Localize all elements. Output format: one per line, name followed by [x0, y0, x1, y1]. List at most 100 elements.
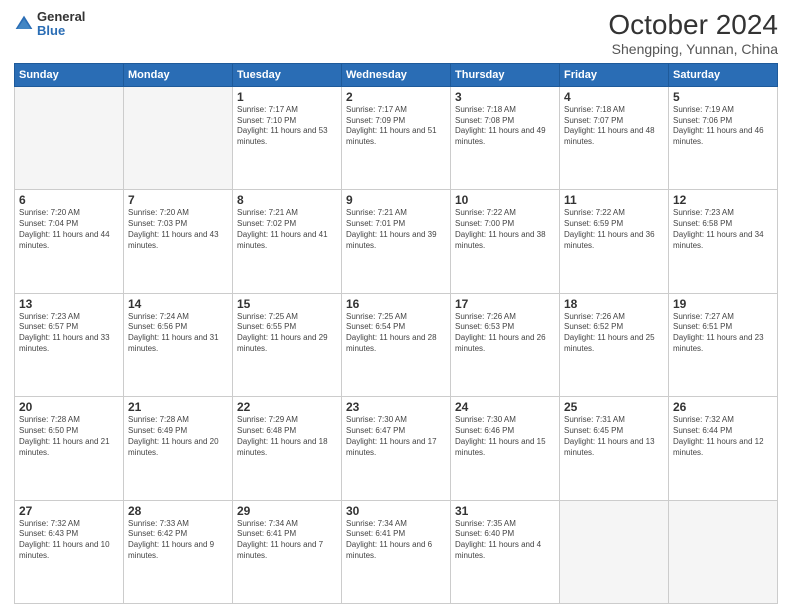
- calendar-cell: 19Sunrise: 7:27 AM Sunset: 6:51 PM Dayli…: [669, 293, 778, 396]
- calendar-cell: [15, 86, 124, 189]
- calendar-cell: 30Sunrise: 7:34 AM Sunset: 6:41 PM Dayli…: [342, 500, 451, 603]
- calendar-cell: 2Sunrise: 7:17 AM Sunset: 7:09 PM Daylig…: [342, 86, 451, 189]
- day-info: Sunrise: 7:28 AM Sunset: 6:50 PM Dayligh…: [19, 415, 119, 458]
- calendar-cell: 4Sunrise: 7:18 AM Sunset: 7:07 PM Daylig…: [560, 86, 669, 189]
- day-info: Sunrise: 7:23 AM Sunset: 6:57 PM Dayligh…: [19, 312, 119, 355]
- day-number: 3: [455, 90, 555, 104]
- day-number: 22: [237, 400, 337, 414]
- day-number: 21: [128, 400, 228, 414]
- day-number: 5: [673, 90, 773, 104]
- day-info: Sunrise: 7:35 AM Sunset: 6:40 PM Dayligh…: [455, 519, 555, 562]
- calendar-cell: 3Sunrise: 7:18 AM Sunset: 7:08 PM Daylig…: [451, 86, 560, 189]
- day-number: 28: [128, 504, 228, 518]
- day-info: Sunrise: 7:28 AM Sunset: 6:49 PM Dayligh…: [128, 415, 228, 458]
- calendar-cell: 20Sunrise: 7:28 AM Sunset: 6:50 PM Dayli…: [15, 397, 124, 500]
- logo-icon: [14, 14, 34, 34]
- header: General Blue October 2024 Shengping, Yun…: [14, 10, 778, 57]
- day-info: Sunrise: 7:18 AM Sunset: 7:08 PM Dayligh…: [455, 105, 555, 148]
- calendar-cell: 15Sunrise: 7:25 AM Sunset: 6:55 PM Dayli…: [233, 293, 342, 396]
- page: General Blue October 2024 Shengping, Yun…: [0, 0, 792, 612]
- col-saturday: Saturday: [669, 63, 778, 86]
- calendar-cell: 26Sunrise: 7:32 AM Sunset: 6:44 PM Dayli…: [669, 397, 778, 500]
- day-info: Sunrise: 7:30 AM Sunset: 6:46 PM Dayligh…: [455, 415, 555, 458]
- calendar-cell: 31Sunrise: 7:35 AM Sunset: 6:40 PM Dayli…: [451, 500, 560, 603]
- logo: General Blue: [14, 10, 85, 39]
- day-info: Sunrise: 7:32 AM Sunset: 6:43 PM Dayligh…: [19, 519, 119, 562]
- day-number: 17: [455, 297, 555, 311]
- col-wednesday: Wednesday: [342, 63, 451, 86]
- day-info: Sunrise: 7:18 AM Sunset: 7:07 PM Dayligh…: [564, 105, 664, 148]
- day-number: 6: [19, 193, 119, 207]
- calendar-week-3: 13Sunrise: 7:23 AM Sunset: 6:57 PM Dayli…: [15, 293, 778, 396]
- day-info: Sunrise: 7:34 AM Sunset: 6:41 PM Dayligh…: [346, 519, 446, 562]
- calendar-cell: 7Sunrise: 7:20 AM Sunset: 7:03 PM Daylig…: [124, 190, 233, 293]
- day-number: 25: [564, 400, 664, 414]
- calendar-header: Sunday Monday Tuesday Wednesday Thursday…: [15, 63, 778, 86]
- calendar-cell: 8Sunrise: 7:21 AM Sunset: 7:02 PM Daylig…: [233, 190, 342, 293]
- day-number: 11: [564, 193, 664, 207]
- logo-general-text: General: [37, 10, 85, 24]
- day-number: 18: [564, 297, 664, 311]
- title-area: October 2024 Shengping, Yunnan, China: [608, 10, 778, 57]
- calendar-cell: 5Sunrise: 7:19 AM Sunset: 7:06 PM Daylig…: [669, 86, 778, 189]
- calendar-cell: 27Sunrise: 7:32 AM Sunset: 6:43 PM Dayli…: [15, 500, 124, 603]
- calendar-cell: 1Sunrise: 7:17 AM Sunset: 7:10 PM Daylig…: [233, 86, 342, 189]
- calendar-cell: 10Sunrise: 7:22 AM Sunset: 7:00 PM Dayli…: [451, 190, 560, 293]
- calendar-cell: 16Sunrise: 7:25 AM Sunset: 6:54 PM Dayli…: [342, 293, 451, 396]
- header-row: Sunday Monday Tuesday Wednesday Thursday…: [15, 63, 778, 86]
- day-number: 30: [346, 504, 446, 518]
- day-info: Sunrise: 7:21 AM Sunset: 7:01 PM Dayligh…: [346, 208, 446, 251]
- day-number: 15: [237, 297, 337, 311]
- calendar-cell: 18Sunrise: 7:26 AM Sunset: 6:52 PM Dayli…: [560, 293, 669, 396]
- main-title: October 2024: [608, 10, 778, 41]
- day-number: 1: [237, 90, 337, 104]
- day-info: Sunrise: 7:29 AM Sunset: 6:48 PM Dayligh…: [237, 415, 337, 458]
- calendar-body: 1Sunrise: 7:17 AM Sunset: 7:10 PM Daylig…: [15, 86, 778, 603]
- calendar-cell: 23Sunrise: 7:30 AM Sunset: 6:47 PM Dayli…: [342, 397, 451, 500]
- logo-text: General Blue: [37, 10, 85, 39]
- day-info: Sunrise: 7:33 AM Sunset: 6:42 PM Dayligh…: [128, 519, 228, 562]
- day-info: Sunrise: 7:23 AM Sunset: 6:58 PM Dayligh…: [673, 208, 773, 251]
- day-number: 20: [19, 400, 119, 414]
- calendar-cell: 13Sunrise: 7:23 AM Sunset: 6:57 PM Dayli…: [15, 293, 124, 396]
- day-number: 26: [673, 400, 773, 414]
- day-info: Sunrise: 7:17 AM Sunset: 7:09 PM Dayligh…: [346, 105, 446, 148]
- calendar-cell: [124, 86, 233, 189]
- day-number: 2: [346, 90, 446, 104]
- day-number: 29: [237, 504, 337, 518]
- calendar-cell: 28Sunrise: 7:33 AM Sunset: 6:42 PM Dayli…: [124, 500, 233, 603]
- day-number: 27: [19, 504, 119, 518]
- calendar-cell: 6Sunrise: 7:20 AM Sunset: 7:04 PM Daylig…: [15, 190, 124, 293]
- day-info: Sunrise: 7:25 AM Sunset: 6:54 PM Dayligh…: [346, 312, 446, 355]
- calendar-week-2: 6Sunrise: 7:20 AM Sunset: 7:04 PM Daylig…: [15, 190, 778, 293]
- col-thursday: Thursday: [451, 63, 560, 86]
- calendar-week-1: 1Sunrise: 7:17 AM Sunset: 7:10 PM Daylig…: [15, 86, 778, 189]
- calendar-cell: 29Sunrise: 7:34 AM Sunset: 6:41 PM Dayli…: [233, 500, 342, 603]
- calendar-cell: [560, 500, 669, 603]
- day-info: Sunrise: 7:22 AM Sunset: 6:59 PM Dayligh…: [564, 208, 664, 251]
- day-number: 31: [455, 504, 555, 518]
- day-number: 10: [455, 193, 555, 207]
- day-info: Sunrise: 7:27 AM Sunset: 6:51 PM Dayligh…: [673, 312, 773, 355]
- day-info: Sunrise: 7:26 AM Sunset: 6:52 PM Dayligh…: [564, 312, 664, 355]
- calendar-cell: 21Sunrise: 7:28 AM Sunset: 6:49 PM Dayli…: [124, 397, 233, 500]
- day-number: 7: [128, 193, 228, 207]
- subtitle: Shengping, Yunnan, China: [608, 41, 778, 57]
- day-number: 14: [128, 297, 228, 311]
- day-info: Sunrise: 7:22 AM Sunset: 7:00 PM Dayligh…: [455, 208, 555, 251]
- day-info: Sunrise: 7:32 AM Sunset: 6:44 PM Dayligh…: [673, 415, 773, 458]
- calendar-cell: [669, 500, 778, 603]
- day-info: Sunrise: 7:34 AM Sunset: 6:41 PM Dayligh…: [237, 519, 337, 562]
- day-info: Sunrise: 7:24 AM Sunset: 6:56 PM Dayligh…: [128, 312, 228, 355]
- col-tuesday: Tuesday: [233, 63, 342, 86]
- col-monday: Monday: [124, 63, 233, 86]
- day-info: Sunrise: 7:20 AM Sunset: 7:03 PM Dayligh…: [128, 208, 228, 251]
- day-info: Sunrise: 7:30 AM Sunset: 6:47 PM Dayligh…: [346, 415, 446, 458]
- calendar-week-4: 20Sunrise: 7:28 AM Sunset: 6:50 PM Dayli…: [15, 397, 778, 500]
- col-sunday: Sunday: [15, 63, 124, 86]
- day-info: Sunrise: 7:25 AM Sunset: 6:55 PM Dayligh…: [237, 312, 337, 355]
- day-number: 19: [673, 297, 773, 311]
- calendar-cell: 17Sunrise: 7:26 AM Sunset: 6:53 PM Dayli…: [451, 293, 560, 396]
- calendar-table: Sunday Monday Tuesday Wednesday Thursday…: [14, 63, 778, 604]
- calendar-cell: 11Sunrise: 7:22 AM Sunset: 6:59 PM Dayli…: [560, 190, 669, 293]
